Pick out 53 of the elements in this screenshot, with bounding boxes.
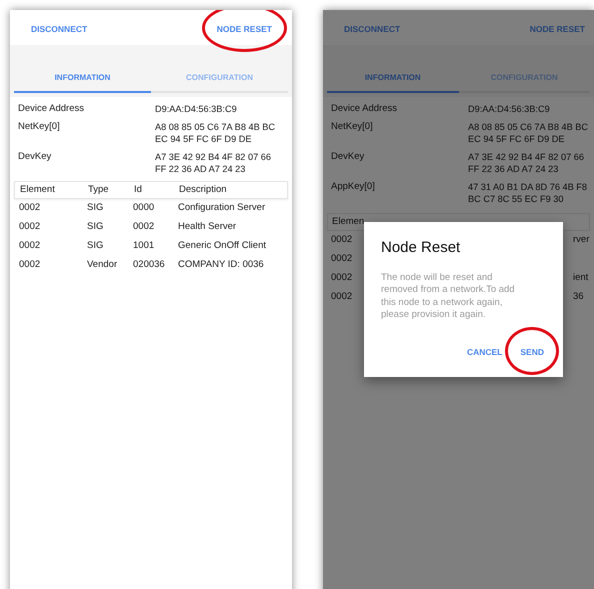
column-header: Elemen: [332, 214, 364, 229]
table-cell-text: 0000: [133, 201, 156, 216]
table-cell-text: SIG: [87, 201, 104, 216]
table-cell-text: Vendor: [87, 258, 118, 272]
table-cell-text: ient: [573, 271, 590, 286]
info-value: D9:AA:D4:56:3B:C9: [468, 103, 551, 115]
info-value: 47 31 A0 B1 DA 8D 76 4B F8 BC C7 8C 55 EC F9 30: [468, 181, 588, 205]
dialog-button[interactable]: SEND: [520, 344, 544, 361]
column-header: Id: [134, 182, 143, 197]
info-label: NetKey[0]: [17, 121, 61, 134]
table-cell-text: 0002: [331, 233, 352, 248]
top-bar-button[interactable]: NODE RESET: [216, 20, 272, 38]
table-cell-text: Health Server: [178, 220, 238, 234]
table-cell-text: SIG: [87, 220, 104, 234]
dialog-button[interactable]: CANCEL: [466, 344, 502, 361]
table-cell-text: 1001: [133, 239, 156, 254]
top-bar-button[interactable]: DISCONNECT: [31, 20, 88, 38]
info-label: AppKey[0]: [330, 181, 376, 194]
table-cell-text: 0002: [19, 239, 42, 254]
table-cell-text: 0002: [331, 290, 352, 304]
table-cell-text: 020036: [133, 258, 166, 272]
info-value: A8 08 85 05 C6 7A B8 4B BC EC 94 5F FC 6F D9 DE: [468, 121, 590, 145]
table-cell-text: COMPANY ID: 0036: [178, 258, 265, 272]
info-value: A7 3E 42 92 B4 4F 82 07 66 FF 22 36 AD A7 24 23: [468, 151, 585, 175]
tab[interactable]: INFORMATION: [327, 65, 458, 93]
table-cell-text: 36: [573, 290, 585, 304]
column-header: Type: [88, 182, 110, 197]
table-cell-text: 0002: [331, 252, 352, 266]
top-bar-button[interactable]: NODE RESET: [530, 20, 585, 38]
column-header: Description: [179, 182, 228, 197]
tab[interactable]: INFORMATION: [14, 65, 151, 93]
info-label: NetKey[0]: [330, 121, 374, 134]
table-cell-text: rver: [573, 233, 590, 248]
table-cell-text: 0002: [19, 220, 42, 234]
info-label: DevKey: [17, 151, 52, 164]
dialog-message: The node will be reset and removed from a network.To add this node to a network again, please provision it again.: [381, 272, 516, 322]
table-cell-text: 0002: [19, 258, 42, 272]
table-cell-text: 0002: [133, 220, 156, 234]
info-value: A7 3E 42 92 B4 4F 82 07 66 FF 22 36 AD A7 24 23: [155, 151, 272, 175]
info-label: DevKey: [330, 151, 366, 164]
dialog-title: Node Reset: [381, 238, 462, 258]
tab[interactable]: CONFIGURATION: [151, 65, 288, 93]
top-bar-button[interactable]: DISCONNECT: [344, 20, 400, 38]
column-header: Element: [20, 182, 56, 197]
info-label: Device Address: [330, 103, 398, 115]
info-value: A8 08 85 05 C6 7A B8 4B BC EC 94 5F FC 6F D9 DE: [155, 121, 276, 145]
table-cell-text: SIG: [87, 239, 104, 254]
table-cell-text: Generic OnOff Client: [178, 239, 268, 254]
info-value: D9:AA:D4:56:3B:C9: [155, 103, 238, 115]
info-label: Device Address: [17, 103, 86, 115]
table-cell-text: 0002: [331, 271, 352, 286]
table-cell-text: Configuration Server: [178, 201, 266, 216]
table-cell-text: 0002: [19, 201, 42, 216]
